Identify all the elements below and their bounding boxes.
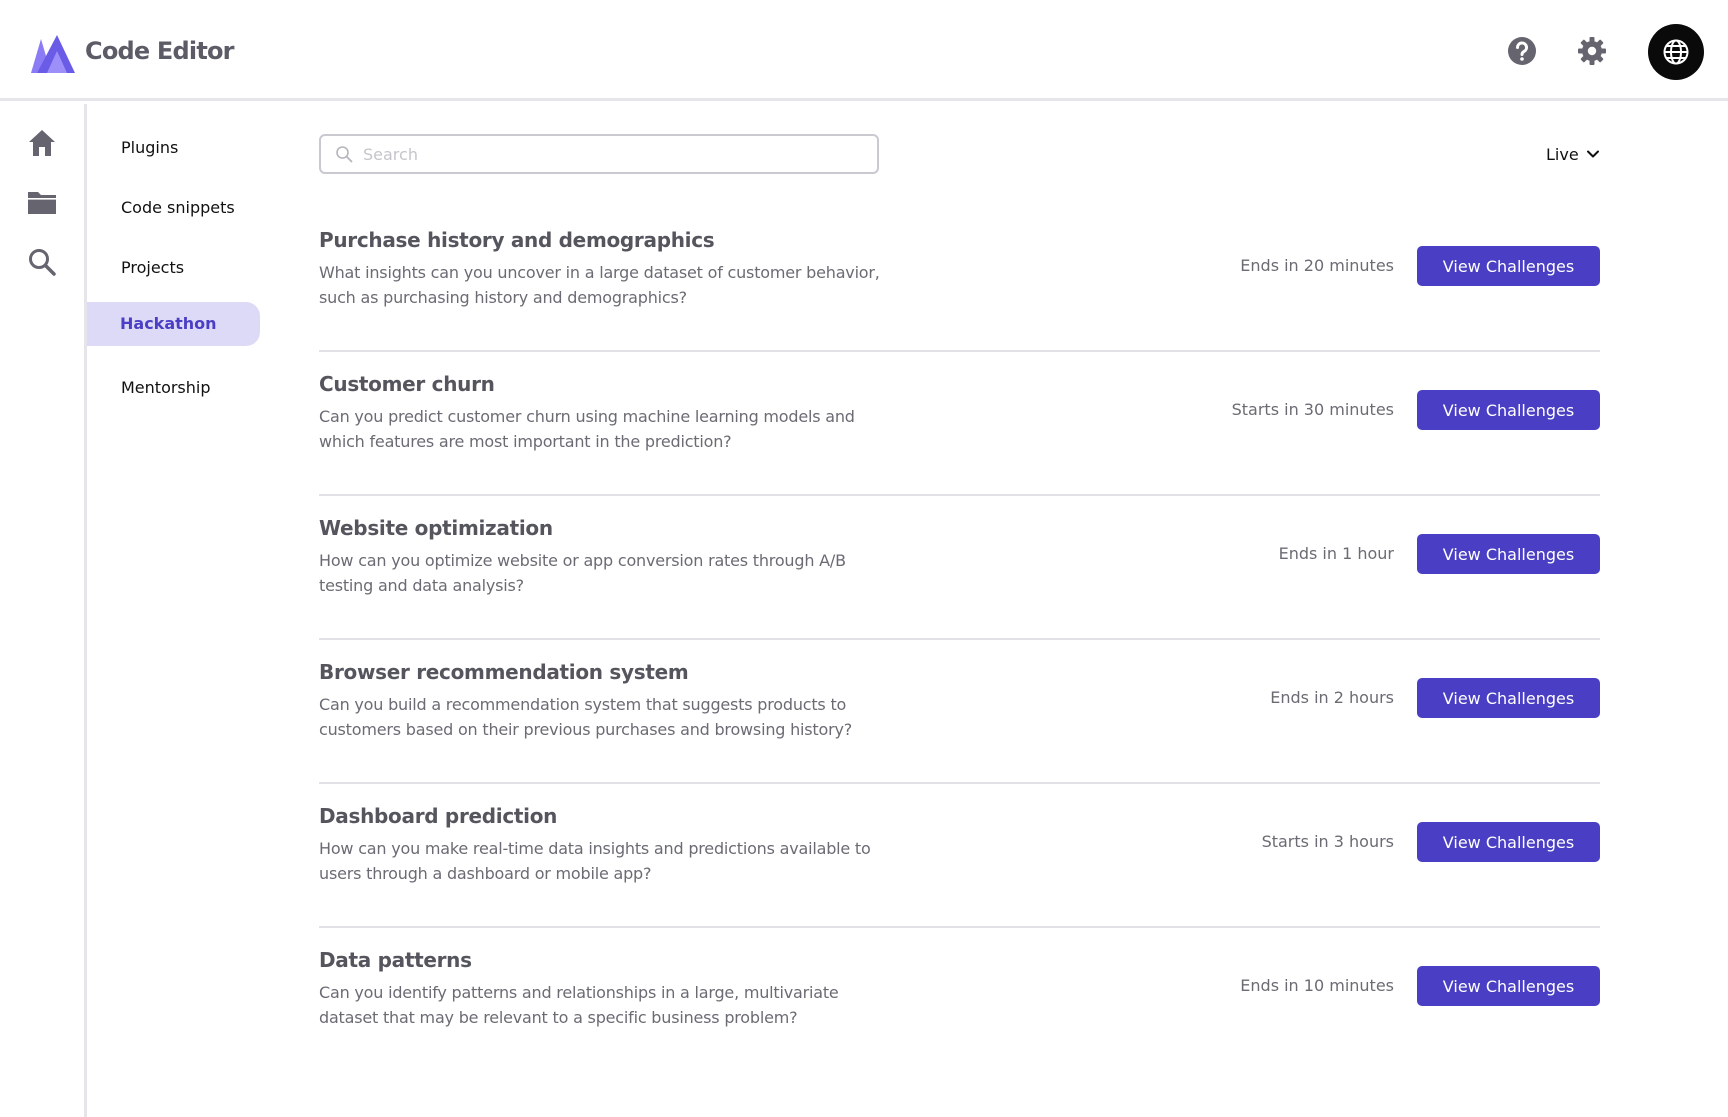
- status-filter-dropdown[interactable]: Live: [1546, 142, 1599, 166]
- challenge-status: Ends in 20 minutes: [1240, 256, 1394, 275]
- sidebar-item-code-snippets[interactable]: Code snippets: [87, 186, 260, 230]
- view-challenges-button[interactable]: View Challenges: [1417, 246, 1600, 286]
- challenge-title: Browser recommendation system: [319, 660, 689, 684]
- search-input[interactable]: [363, 136, 863, 172]
- view-challenges-button[interactable]: View Challenges: [1417, 822, 1600, 862]
- globe-icon: [1663, 39, 1689, 65]
- status-filter-value: Live: [1546, 144, 1579, 164]
- challenge-title: Purchase history and demographics: [319, 228, 715, 252]
- challenge-status: Ends in 10 minutes: [1240, 976, 1394, 995]
- chevron-down-icon: [1586, 150, 1599, 158]
- challenge-row: Dashboard prediction How can you make re…: [319, 784, 1600, 928]
- sidebar-item-projects[interactable]: Projects: [87, 246, 260, 290]
- challenge-row: Browser recommendation system Can you bu…: [319, 640, 1600, 784]
- help-icon[interactable]: [1507, 36, 1537, 66]
- home-icon[interactable]: [27, 128, 57, 158]
- challenge-status: Ends in 2 hours: [1270, 688, 1394, 707]
- challenge-description: How can you optimize website or app conv…: [319, 551, 846, 595]
- search-icon[interactable]: [27, 247, 57, 277]
- challenge-description: Can you identify patterns and relationsh…: [319, 983, 839, 1027]
- challenge-description: Can you build a recommendation system th…: [319, 695, 853, 739]
- app-title: Code Editor: [85, 37, 235, 65]
- challenge-status: Starts in 30 minutes: [1231, 400, 1394, 419]
- gear-icon[interactable]: [1577, 36, 1607, 66]
- challenge-title: Customer churn: [319, 372, 495, 396]
- challenge-title: Dashboard prediction: [319, 804, 558, 828]
- search-icon: [336, 146, 353, 163]
- app-logo-icon[interactable]: [27, 33, 77, 75]
- view-challenges-button[interactable]: View Challenges: [1417, 678, 1600, 718]
- sidebar-item-plugins[interactable]: Plugins: [87, 126, 260, 170]
- view-challenges-button[interactable]: View Challenges: [1417, 534, 1600, 574]
- view-challenges-button[interactable]: View Challenges: [1417, 390, 1600, 430]
- challenge-row: Website optimization How can you optimiz…: [319, 496, 1600, 640]
- challenge-title: Data patterns: [319, 948, 472, 972]
- view-challenges-button[interactable]: View Challenges: [1417, 966, 1600, 1006]
- folder-icon[interactable]: [27, 188, 57, 218]
- challenge-row: Purchase history and demographics What i…: [319, 208, 1600, 352]
- search-box: [319, 134, 879, 174]
- challenge-status: Starts in 3 hours: [1261, 832, 1394, 851]
- top-header: Code Editor: [0, 0, 1728, 101]
- challenge-row: Data patterns Can you identify patterns …: [319, 928, 1600, 1072]
- challenge-title: Website optimization: [319, 516, 553, 540]
- globe-button[interactable]: [1648, 24, 1704, 80]
- challenge-description: What insights can you uncover in a large…: [319, 263, 880, 307]
- sidebar-item-mentorship[interactable]: Mentorship: [87, 366, 260, 410]
- challenge-list: Purchase history and demographics What i…: [319, 208, 1600, 1072]
- icon-rail: [0, 104, 87, 1117]
- challenge-description: Can you predict customer churn using mac…: [319, 407, 855, 451]
- sidebar-item-hackathon[interactable]: Hackathon: [87, 302, 260, 346]
- challenge-row: Customer churn Can you predict customer …: [319, 352, 1600, 496]
- challenge-status: Ends in 1 hour: [1278, 544, 1394, 563]
- challenge-description: How can you make real-time data insights…: [319, 839, 871, 883]
